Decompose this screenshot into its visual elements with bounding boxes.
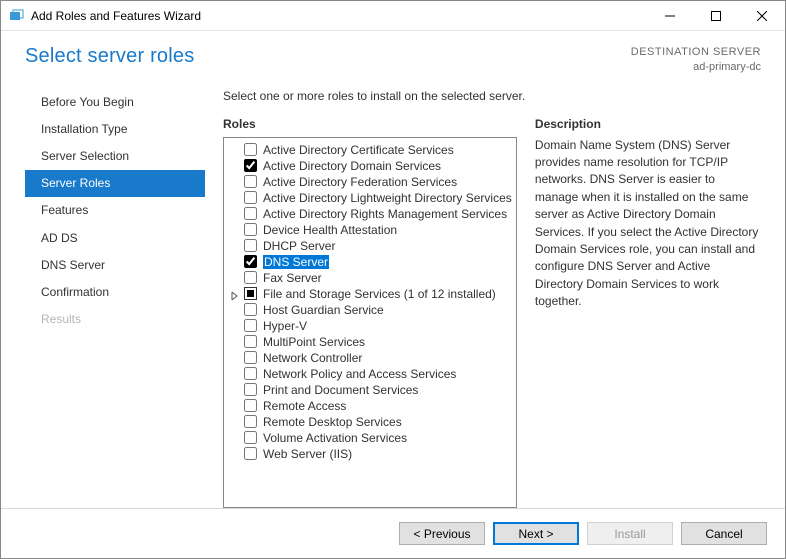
role-label[interactable]: DNS Server	[263, 255, 329, 269]
destination-server-label: DESTINATION SERVER	[631, 45, 761, 60]
role-item[interactable]: Hyper-V	[226, 318, 514, 334]
role-checkbox[interactable]	[244, 383, 257, 396]
role-checkbox[interactable]	[244, 447, 257, 460]
roles-label: Roles	[223, 117, 517, 131]
role-label[interactable]: Active Directory Domain Services	[263, 159, 441, 173]
nav-item-results: Results	[25, 306, 205, 333]
window-title: Add Roles and Features Wizard	[31, 9, 647, 23]
role-item[interactable]: Fax Server	[226, 270, 514, 286]
role-item[interactable]: Active Directory Domain Services	[226, 158, 514, 174]
role-checkbox[interactable]	[244, 223, 257, 236]
role-label[interactable]: Fax Server	[263, 271, 322, 285]
nav-item-ad-ds[interactable]: AD DS	[25, 225, 205, 252]
role-item[interactable]: Volume Activation Services	[226, 430, 514, 446]
expand-icon[interactable]	[231, 289, 239, 297]
nav-item-confirmation[interactable]: Confirmation	[25, 279, 205, 306]
role-item[interactable]: Remote Access	[226, 398, 514, 414]
role-label[interactable]: Remote Access	[263, 399, 346, 413]
role-checkbox[interactable]	[244, 319, 257, 332]
cancel-button[interactable]: Cancel	[681, 522, 767, 545]
role-label[interactable]: File and Storage Services (1 of 12 insta…	[263, 287, 496, 301]
wizard-nav: Before You BeginInstallation TypeServer …	[25, 89, 205, 508]
role-item[interactable]: Active Directory Federation Services	[226, 174, 514, 190]
page-title: Select server roles	[25, 45, 194, 68]
description-label: Description	[535, 117, 761, 131]
role-label[interactable]: Remote Desktop Services	[263, 415, 402, 429]
role-label[interactable]: MultiPoint Services	[263, 335, 365, 349]
role-label[interactable]: Active Directory Lightweight Directory S…	[263, 191, 512, 205]
role-label[interactable]: Active Directory Federation Services	[263, 175, 457, 189]
role-item[interactable]: Active Directory Lightweight Directory S…	[226, 190, 514, 206]
install-button: Install	[587, 522, 673, 545]
role-checkbox[interactable]	[244, 191, 257, 204]
titlebar[interactable]: Add Roles and Features Wizard	[1, 1, 785, 31]
role-checkbox-partial[interactable]	[244, 287, 257, 300]
minimize-button[interactable]	[647, 1, 693, 31]
role-item[interactable]: File and Storage Services (1 of 12 insta…	[226, 286, 514, 302]
role-item[interactable]: Web Server (IIS)	[226, 446, 514, 462]
nav-item-server-roles[interactable]: Server Roles	[25, 170, 205, 197]
role-checkbox[interactable]	[244, 271, 257, 284]
footer: < Previous Next > Install Cancel	[1, 508, 785, 558]
role-checkbox[interactable]	[244, 399, 257, 412]
role-checkbox[interactable]	[244, 143, 257, 156]
role-label[interactable]: DHCP Server	[263, 239, 335, 253]
role-checkbox[interactable]	[244, 159, 257, 172]
role-checkbox[interactable]	[244, 335, 257, 348]
destination-server-info: DESTINATION SERVER ad-primary-dc	[631, 45, 761, 75]
role-label[interactable]: Print and Document Services	[263, 383, 418, 397]
next-button[interactable]: Next >	[493, 522, 579, 545]
role-item[interactable]: Print and Document Services	[226, 382, 514, 398]
role-checkbox[interactable]	[244, 239, 257, 252]
nav-item-features[interactable]: Features	[25, 197, 205, 224]
nav-item-before-you-begin[interactable]: Before You Begin	[25, 89, 205, 116]
role-label[interactable]: Volume Activation Services	[263, 431, 407, 445]
nav-item-server-selection[interactable]: Server Selection	[25, 143, 205, 170]
role-checkbox[interactable]	[244, 255, 257, 268]
instruction-text: Select one or more roles to install on t…	[223, 89, 761, 103]
close-button[interactable]	[739, 1, 785, 31]
role-item[interactable]: Host Guardian Service	[226, 302, 514, 318]
role-checkbox[interactable]	[244, 367, 257, 380]
role-item[interactable]: DNS Server	[226, 254, 514, 270]
role-item[interactable]: Device Health Attestation	[226, 222, 514, 238]
maximize-button[interactable]	[693, 1, 739, 31]
role-label[interactable]: Host Guardian Service	[263, 303, 384, 317]
destination-server-value: ad-primary-dc	[631, 60, 761, 75]
role-label[interactable]: Active Directory Rights Management Servi…	[263, 207, 507, 221]
nav-item-installation-type[interactable]: Installation Type	[25, 116, 205, 143]
roles-listbox[interactable]: Active Directory Certificate Services Act…	[223, 137, 517, 508]
role-label[interactable]: Network Controller	[263, 351, 362, 365]
role-label[interactable]: Active Directory Certificate Services	[263, 143, 454, 157]
role-item[interactable]: Active Directory Certificate Services	[226, 142, 514, 158]
role-label[interactable]: Hyper-V	[263, 319, 307, 333]
role-checkbox[interactable]	[244, 303, 257, 316]
role-checkbox[interactable]	[244, 351, 257, 364]
description-text: Domain Name System (DNS) Server provides…	[535, 137, 761, 311]
role-item[interactable]: Network Policy and Access Services	[226, 366, 514, 382]
app-icon	[9, 8, 25, 24]
role-item[interactable]: DHCP Server	[226, 238, 514, 254]
role-item[interactable]: Remote Desktop Services	[226, 414, 514, 430]
previous-button[interactable]: < Previous	[399, 522, 485, 545]
role-label[interactable]: Web Server (IIS)	[263, 447, 352, 461]
role-label[interactable]: Device Health Attestation	[263, 223, 397, 237]
nav-item-dns-server[interactable]: DNS Server	[25, 252, 205, 279]
role-label[interactable]: Network Policy and Access Services	[263, 367, 456, 381]
role-item[interactable]: MultiPoint Services	[226, 334, 514, 350]
role-item[interactable]: Network Controller	[226, 350, 514, 366]
role-checkbox[interactable]	[244, 207, 257, 220]
role-checkbox[interactable]	[244, 175, 257, 188]
role-checkbox[interactable]	[244, 415, 257, 428]
role-checkbox[interactable]	[244, 431, 257, 444]
role-item[interactable]: Active Directory Rights Management Servi…	[226, 206, 514, 222]
